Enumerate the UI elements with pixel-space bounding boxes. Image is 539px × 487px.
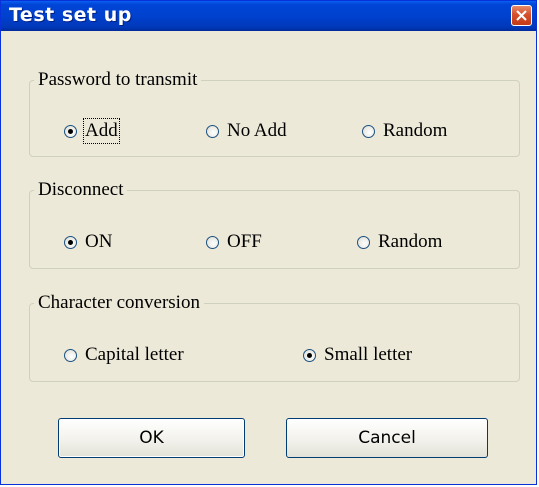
radio-password-no-add[interactable]: No Add bbox=[206, 120, 287, 142]
radio-button[interactable] bbox=[362, 124, 375, 138]
radio-button[interactable] bbox=[64, 124, 77, 138]
radio-label: Random bbox=[383, 120, 448, 141]
radio-conversion-capital[interactable]: Capital letter bbox=[64, 344, 184, 366]
radio-label: Small letter bbox=[324, 344, 413, 365]
title-bar[interactable]: Test set up bbox=[1, 1, 536, 31]
radio-button[interactable] bbox=[206, 235, 219, 249]
test-setup-dialog: Test set up Password to transmit Add No … bbox=[0, 0, 537, 485]
radio-password-random[interactable]: Random bbox=[362, 120, 447, 142]
close-button[interactable] bbox=[511, 5, 532, 26]
radio-button[interactable] bbox=[64, 348, 77, 362]
radio-label: Add bbox=[83, 118, 120, 144]
cancel-button[interactable]: Cancel bbox=[286, 418, 488, 458]
disconnect-group-legend: Disconnect bbox=[38, 179, 124, 200]
radio-button[interactable] bbox=[64, 235, 77, 249]
radio-disconnect-off[interactable]: OFF bbox=[206, 231, 262, 253]
ok-button[interactable]: OK bbox=[58, 418, 245, 458]
radio-label: Capital letter bbox=[85, 344, 184, 365]
password-group: Password to transmit bbox=[29, 69, 520, 157]
close-icon bbox=[516, 10, 527, 21]
radio-password-add[interactable]: Add bbox=[64, 118, 120, 144]
radio-disconnect-on[interactable]: ON bbox=[64, 231, 112, 253]
window-title: Test set up bbox=[9, 4, 132, 26]
conversion-group: Character conversion bbox=[29, 292, 520, 382]
password-group-legend: Password to transmit bbox=[38, 69, 198, 90]
radio-button[interactable] bbox=[206, 124, 219, 138]
radio-button[interactable] bbox=[357, 235, 370, 249]
radio-disconnect-random[interactable]: Random bbox=[357, 231, 442, 253]
radio-conversion-small[interactable]: Small letter bbox=[303, 344, 412, 366]
conversion-group-legend: Character conversion bbox=[38, 292, 200, 313]
radio-label: Random bbox=[378, 231, 443, 252]
disconnect-group: Disconnect bbox=[29, 179, 520, 269]
radio-label: ON bbox=[85, 231, 113, 252]
radio-label: No Add bbox=[227, 120, 287, 141]
radio-button[interactable] bbox=[303, 348, 316, 362]
radio-label: OFF bbox=[227, 231, 262, 252]
